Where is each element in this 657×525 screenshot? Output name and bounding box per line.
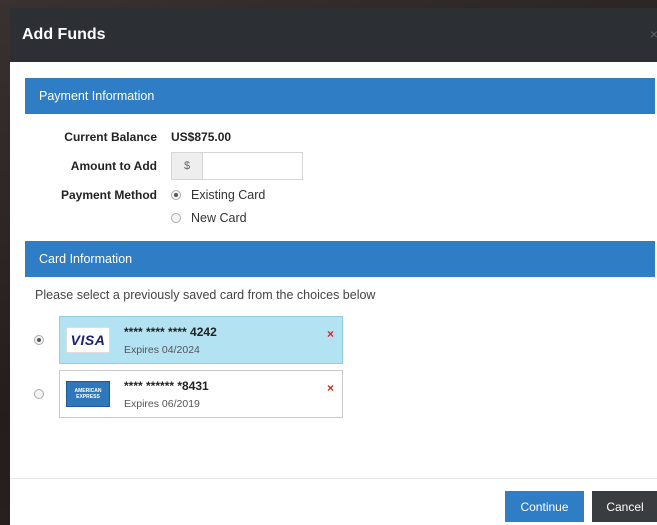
card-information-panel: Card Information Please select a previou… (25, 241, 655, 418)
current-balance-row: Current Balance US$875.00 (25, 130, 655, 144)
card-instructions: Please select a previously saved card fr… (35, 288, 376, 302)
card-details: **** **** **** 4242 Expires 04/2024 (124, 325, 217, 356)
new-card-option[interactable]: New Card (171, 211, 265, 225)
current-balance-value: US$875.00 (171, 130, 232, 144)
new-card-label: New Card (191, 211, 247, 225)
cancel-button[interactable]: Cancel (592, 491, 657, 522)
card-number: **** **** **** 4242 (124, 324, 217, 339)
card-details: **** ****** *8431 Expires 06/2019 (124, 379, 209, 410)
card-expiry: Expires 04/2024 (124, 343, 200, 356)
payment-form: Current Balance US$875.00 Amount to Add … (25, 114, 655, 225)
amex-logo-icon: AMERICAN EXPRESS (66, 381, 110, 407)
modal-body: Payment Information Current Balance US$8… (10, 62, 657, 418)
card-expiry: Expires 06/2019 (124, 397, 200, 410)
amount-label: Amount to Add (70, 159, 157, 173)
payment-method-label: Payment Method (60, 188, 157, 202)
payment-information-panel: Payment Information Current Balance US$8… (25, 78, 655, 225)
saved-cards-list: VISA **** **** **** 4242 Expires 04/2024… (25, 302, 655, 418)
existing-card-radio[interactable] (171, 190, 181, 200)
existing-card-label: Existing Card (191, 188, 266, 202)
remove-card-icon[interactable]: × (327, 327, 334, 341)
payment-information-heading: Payment Information (25, 78, 655, 114)
continue-button[interactable]: Continue (505, 491, 584, 522)
visa-card-radio[interactable] (34, 335, 44, 345)
amount-row: Amount to Add $ (25, 152, 655, 180)
saved-card-row: VISA **** **** **** 4242 Expires 04/2024… (34, 316, 655, 364)
add-funds-modal: Add Funds × Payment Information Current … (10, 8, 657, 525)
modal-title: Add Funds (22, 26, 106, 43)
currency-addon: $ (171, 152, 203, 180)
payment-method-options: Existing Card New Card (171, 188, 265, 225)
close-icon[interactable]: × (650, 26, 657, 42)
amex-card-radio[interactable] (34, 389, 44, 399)
current-balance-label: Current Balance (64, 130, 157, 144)
payment-method-row: Payment Method Existing Card New Card (25, 188, 655, 225)
modal-footer: Continue Cancel (505, 491, 657, 522)
new-card-radio[interactable] (171, 213, 181, 223)
existing-card-option[interactable]: Existing Card (171, 188, 265, 202)
amount-input-group: $ (171, 152, 303, 180)
card-information-heading: Card Information (25, 241, 655, 277)
saved-card-row: AMERICAN EXPRESS **** ****** *8431 Expire… (34, 370, 655, 418)
amex-card-option[interactable]: AMERICAN EXPRESS **** ****** *8431 Expire… (59, 370, 343, 418)
card-number: **** ****** *8431 (124, 378, 209, 393)
visa-card-option[interactable]: VISA **** **** **** 4242 Expires 04/2024… (59, 316, 343, 364)
visa-logo-icon: VISA (66, 327, 110, 353)
footer-divider (10, 478, 657, 479)
amount-input[interactable] (203, 152, 303, 180)
modal-header: Add Funds × (10, 8, 657, 62)
remove-card-icon[interactable]: × (327, 381, 334, 395)
